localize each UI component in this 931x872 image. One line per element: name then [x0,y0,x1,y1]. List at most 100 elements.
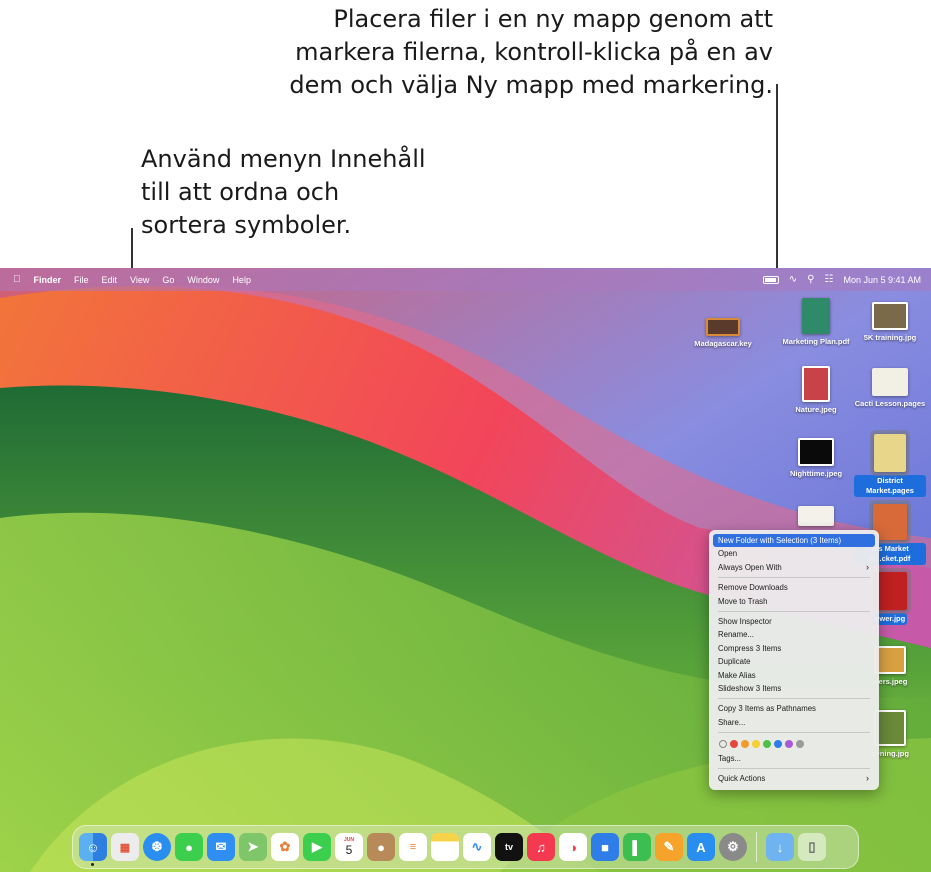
pages-icon[interactable]: ✎ [655,833,683,861]
menu-item-slideshow[interactable]: Slideshow 3 Items [713,682,875,695]
contacts-icon[interactable]: ● [367,833,395,861]
menu-help[interactable]: Help [232,275,251,285]
menu-file[interactable]: File [74,275,89,285]
image-file-thumbnail [872,302,908,330]
launchpad-icon[interactable]: ▦ [111,833,139,861]
trash-icon[interactable]: ▯ [798,833,826,861]
wifi-icon[interactable]: ∿ [789,274,797,285]
pdf-file-thumbnail [802,298,830,334]
menu-item-new-folder-with-selection[interactable]: New Folder with Selection (3 Items) [713,534,875,548]
file-label: Nature.jpeg [795,405,837,414]
tag-gray-dot[interactable] [796,740,804,749]
menu-item-make-alias[interactable]: Make Alias [713,669,875,682]
menu-separator [718,577,870,579]
callout-line: dem och välja Ny mapp med markering. [289,71,773,99]
tag-orange-dot[interactable] [741,740,749,749]
menu-item-always-open-with[interactable]: Always Open With › [713,561,875,574]
messages-icon[interactable]: ● [175,833,203,861]
menu-item-tags[interactable]: Tags... [713,752,875,765]
menu-app-finder[interactable]: Finder [34,275,62,285]
menu-item-quick-actions[interactable]: Quick Actions › [713,772,875,785]
menu-item-move-to-trash[interactable]: Move to Trash [713,595,875,608]
menu-item-label: Always Open With [718,562,782,572]
tag-color-row [713,736,875,752]
facetime-icon[interactable]: ▶ [303,833,331,861]
reminders-icon[interactable]: ≡ [399,833,427,861]
menu-item-label: Quick Actions [718,774,766,784]
menu-extras: ∿ ⚲ ☷ Mon Jun 5 9:41 AM [762,268,921,291]
desktop-file-selected[interactable]: District Market.pages [854,430,926,497]
menu-item-copy-pathnames[interactable]: Copy 3 Items as Pathnames [713,702,875,715]
keynote-file-thumbnail [706,318,740,336]
tv-icon[interactable]: tv [495,833,523,861]
menu-item-show-inspector[interactable]: Show Inspector [713,615,875,628]
safari-icon[interactable]: ❆ [143,833,171,861]
calendar-day: 5 [345,843,353,857]
photos-icon[interactable]: ✿ [271,833,299,861]
file-label: Marketing Plan.pdf [782,337,850,346]
menu-separator [718,610,870,612]
callout-new-folder: Placera filer i en ny mapp genom att mar… [213,3,773,102]
menu-separator [718,732,870,734]
desktop-file[interactable]: Marketing Plan.pdf [780,298,852,346]
finder-icon[interactable]: ☺ [79,833,107,866]
pdf-file-thumbnail [798,506,834,526]
file-label: Madagascar.key [694,339,752,348]
menu-item-compress[interactable]: Compress 3 Items [713,642,875,655]
pages-file-thumbnail [872,368,908,396]
mail-icon[interactable]: ✉ [207,833,235,861]
notes-icon[interactable] [431,833,459,861]
downloads-folder-icon[interactable]: ↓ [766,833,794,861]
tag-blue-dot[interactable] [774,740,782,749]
menu-item-share[interactable]: Share... [713,716,875,729]
dock: ☺ ▦ ❆ ● ✉ ➤ ✿ ▶ JUN 5 ● ≡ ∿ tv ♫ ◑ ■ ▌ ✎… [72,825,859,869]
pages-file-thumbnail [870,430,910,476]
callout-line: markera filerna, kontroll-klicka på en a… [295,38,773,66]
menu-edit[interactable]: Edit [102,275,118,285]
numbers-icon[interactable]: ▌ [623,833,651,861]
tag-none-dot[interactable] [719,740,727,749]
calendar-icon[interactable]: JUN 5 [335,833,363,861]
menu-view[interactable]: View [130,275,149,285]
keynote-icon[interactable]: ■ [591,833,619,861]
tag-red-dot[interactable] [730,740,738,749]
desktop-file[interactable]: 5K training.jpg [854,302,926,342]
desktop-file[interactable]: Madagascar.key [687,318,759,348]
app-store-icon[interactable]: A [687,833,715,861]
freeform-icon[interactable]: ∿ [463,833,491,861]
callout-view-menu: Använd menyn Innehåll till att ordna och… [141,143,471,242]
control-center-icon[interactable]: ☷ [824,274,833,285]
dock-separator [756,832,757,862]
menu-go[interactable]: Go [162,275,174,285]
news-icon[interactable]: ◑ [559,833,587,861]
music-icon[interactable]: ♫ [527,833,555,861]
desktop-file[interactable] [780,506,852,529]
chevron-right-icon: › [866,561,869,572]
image-file-thumbnail [802,366,830,402]
running-indicator [91,863,94,866]
search-icon[interactable]: ⚲ [807,274,814,285]
menu-separator [718,768,870,770]
menu-item-remove-downloads[interactable]: Remove Downloads [713,581,875,594]
menu-item-duplicate[interactable]: Duplicate [713,655,875,668]
maps-icon[interactable]: ➤ [239,833,267,861]
desktop-file[interactable]: Nighttime.jpeg [780,438,852,478]
menu-window[interactable]: Window [187,275,219,285]
menu-bar:  Finder File Edit View Go Window Help ∿… [0,268,931,291]
menu-clock[interactable]: Mon Jun 5 9:41 AM [843,275,921,285]
callout-line: Använd menyn Innehåll [141,145,426,173]
file-label: Nighttime.jpeg [789,469,843,478]
settings-icon[interactable]: ⚙ [719,833,747,861]
menu-item-rename[interactable]: Rename... [713,628,875,641]
tag-purple-dot[interactable] [785,740,793,749]
menu-item-open[interactable]: Open [713,547,875,560]
battery-icon[interactable] [762,275,779,284]
desktop-file[interactable]: Nature.jpeg [780,366,852,414]
callout-line: sortera symboler. [141,211,352,239]
tag-green-dot[interactable] [763,740,771,749]
tag-yellow-dot[interactable] [752,740,760,749]
desktop-file[interactable]: Cacti Lesson.pages [854,368,926,408]
chevron-right-icon: › [866,773,869,784]
apple-menu-icon[interactable]:  [13,274,21,285]
file-label: District Market.pages [854,475,926,497]
